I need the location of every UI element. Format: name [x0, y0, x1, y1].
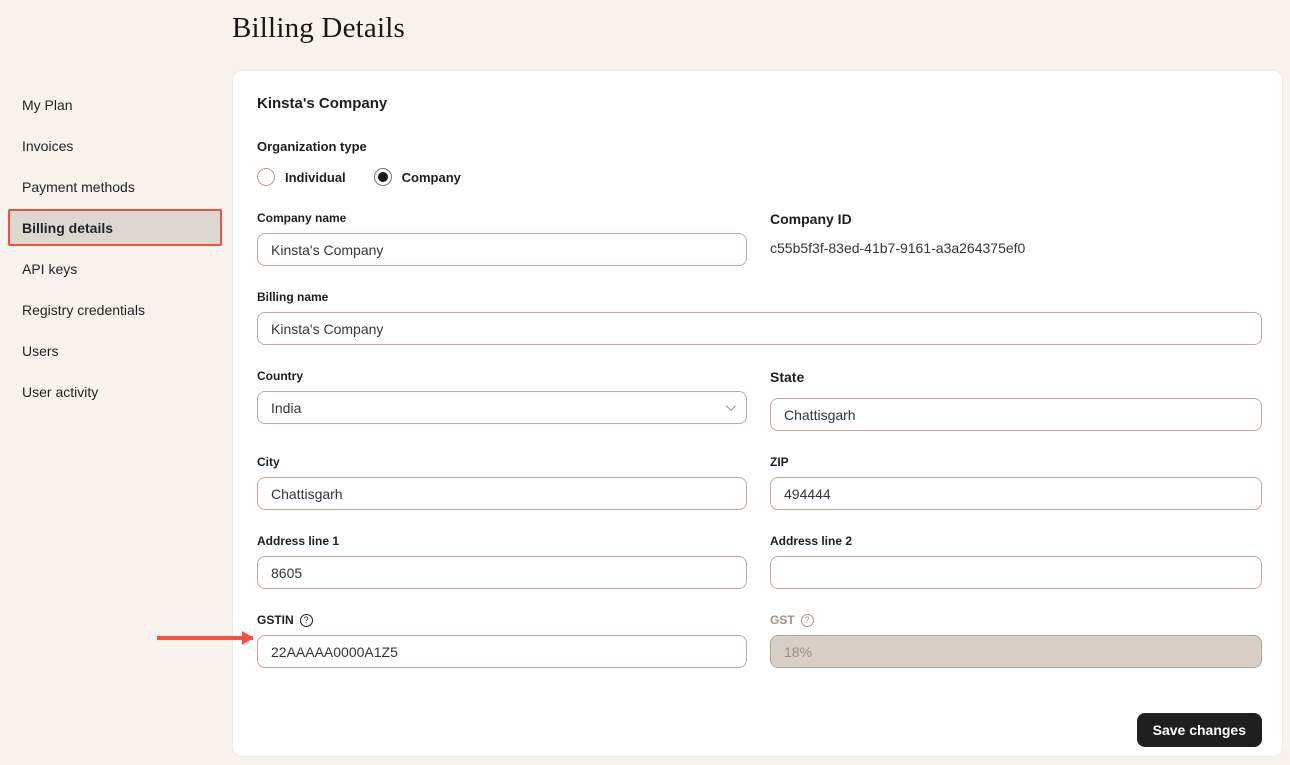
red-arrow-annotation [157, 636, 253, 640]
chevron-down-icon [726, 401, 736, 411]
billing-details-card: Kinsta's Company Organization type Indiv… [232, 70, 1283, 757]
city-field-group: City [257, 455, 747, 510]
radio-company[interactable]: Company [374, 168, 461, 186]
state-label: State [770, 369, 1262, 385]
gstin-field-group: GSTIN ? [257, 613, 747, 668]
save-changes-button[interactable]: Save changes [1137, 713, 1262, 747]
country-label: Country [257, 369, 747, 383]
gst-field-group: GST ? [770, 613, 1262, 668]
billing-name-input[interactable] [257, 312, 1262, 345]
actions-row: Save changes [257, 713, 1262, 747]
sidebar-item-invoices[interactable]: Invoices [8, 127, 222, 164]
gst-label-text: GST [770, 613, 795, 627]
address-line-1-label: Address line 1 [257, 534, 747, 548]
sidebar-item-registry-credentials[interactable]: Registry credentials [8, 291, 222, 328]
billing-name-label: Billing name [257, 290, 1262, 304]
zip-label: ZIP [770, 455, 1262, 469]
radio-individual[interactable]: Individual [257, 168, 346, 186]
gstin-help-icon[interactable]: ? [300, 614, 313, 627]
sidebar: My Plan Invoices Payment methods Billing… [8, 86, 222, 414]
organization-type-label: Organization type [257, 139, 1260, 154]
country-selected-value: India [271, 400, 301, 416]
company-id-field-group: Company ID c55b5f3f-83ed-41b7-9161-a3a26… [770, 211, 1262, 266]
company-heading: Kinsta's Company [257, 95, 1260, 112]
state-input[interactable] [770, 398, 1262, 431]
radio-individual-label: Individual [285, 170, 346, 185]
radio-company-circle[interactable] [374, 168, 392, 186]
sidebar-item-payment-methods[interactable]: Payment methods [8, 168, 222, 205]
gst-input [770, 635, 1262, 668]
gst-label: GST ? [770, 613, 1262, 627]
organization-type-group: Individual Company [257, 168, 1260, 186]
company-name-label: Company name [257, 211, 747, 225]
address-line-1-field-group: Address line 1 [257, 534, 747, 589]
zip-field-group: ZIP [770, 455, 1262, 510]
city-input[interactable] [257, 477, 747, 510]
gstin-label-text: GSTIN [257, 613, 294, 627]
sidebar-item-api-keys[interactable]: API keys [8, 250, 222, 287]
billing-name-field-group: Billing name [257, 290, 1262, 345]
company-name-input[interactable] [257, 233, 747, 266]
company-name-field-group: Company name [257, 211, 747, 266]
address-line-2-input[interactable] [770, 556, 1262, 589]
address-line-2-label: Address line 2 [770, 534, 1262, 548]
sidebar-item-user-activity[interactable]: User activity [8, 373, 222, 410]
address-line-2-field-group: Address line 2 [770, 534, 1262, 589]
address-line-1-input[interactable] [257, 556, 747, 589]
sidebar-item-users[interactable]: Users [8, 332, 222, 369]
gst-help-icon[interactable]: ? [801, 614, 814, 627]
country-field-group: Country India [257, 369, 747, 431]
billing-form: Company name Company ID c55b5f3f-83ed-41… [257, 211, 1260, 747]
company-id-label: Company ID [770, 211, 1262, 227]
state-field-group: State [770, 369, 1262, 431]
city-label: City [257, 455, 747, 469]
zip-input[interactable] [770, 477, 1262, 510]
page-title: Billing Details [232, 12, 405, 45]
gstin-input[interactable] [257, 635, 747, 668]
sidebar-item-billing-details[interactable]: Billing details [8, 209, 222, 246]
radio-company-label: Company [402, 170, 461, 185]
sidebar-item-my-plan[interactable]: My Plan [8, 86, 222, 123]
gstin-label: GSTIN ? [257, 613, 747, 627]
country-select[interactable]: India [257, 391, 747, 424]
company-id-value: c55b5f3f-83ed-41b7-9161-a3a264375ef0 [770, 240, 1262, 256]
radio-individual-circle[interactable] [257, 168, 275, 186]
